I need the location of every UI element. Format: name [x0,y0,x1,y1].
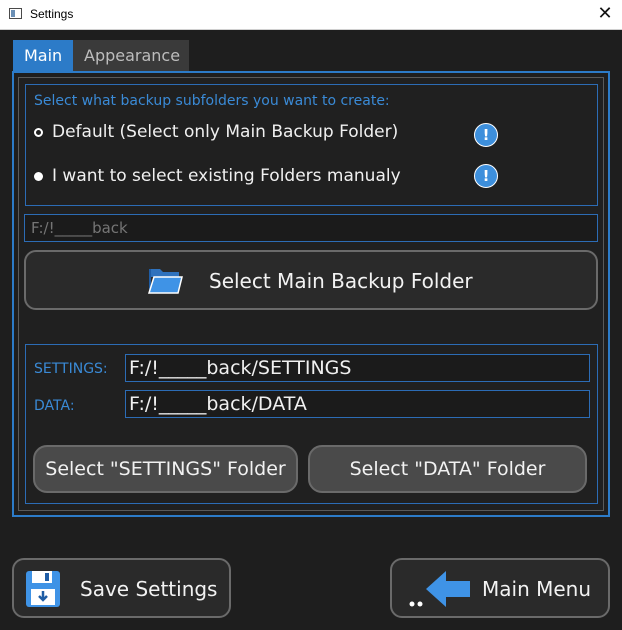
tab-appearance[interactable]: Appearance [73,40,189,72]
radio-manual[interactable] [34,171,43,181]
radio-default[interactable] [34,127,43,137]
select-main-backup-folder-button[interactable]: Select Main Backup Folder [24,250,598,310]
data-path-input[interactable] [125,390,590,418]
save-settings-button[interactable]: Save Settings [12,558,231,618]
info-icon[interactable]: ! [474,123,498,147]
settings-path-input[interactable] [125,354,590,382]
radio-default-label: Default (Select only Main Backup Folder) [52,122,399,142]
arrow-left-icon [408,569,474,615]
app-window-icon [9,8,22,19]
main-menu-button[interactable]: Main Menu [390,558,610,618]
tab-main[interactable]: Main [13,40,73,72]
main-menu-label: Main Menu [482,577,592,601]
close-button[interactable]: ✕ [588,0,622,29]
subfolder-options-heading: Select what backup subfolders you want t… [34,93,390,109]
select-data-folder-button[interactable]: Select "DATA" Folder [308,445,587,493]
floppy-disk-icon [25,570,61,612]
data-field-label: DATA: [34,398,75,414]
title-bar: Settings ✕ [0,0,622,30]
window-title: Settings [30,7,74,21]
radio-option-default[interactable]: Default (Select only Main Backup Folder) [34,120,398,144]
info-icon[interactable]: ! [474,164,498,188]
select-main-backup-folder-label: Select Main Backup Folder [209,269,473,293]
save-settings-label: Save Settings [80,577,218,601]
main-backup-path-input[interactable] [24,214,598,242]
radio-option-manual[interactable]: I want to select existing Folders manual… [34,164,401,188]
select-settings-folder-button[interactable]: Select "SETTINGS" Folder [33,445,298,493]
settings-field-label: SETTINGS: [34,361,108,377]
folder-open-icon [147,263,183,301]
radio-manual-label: I want to select existing Folders manual… [52,166,401,186]
